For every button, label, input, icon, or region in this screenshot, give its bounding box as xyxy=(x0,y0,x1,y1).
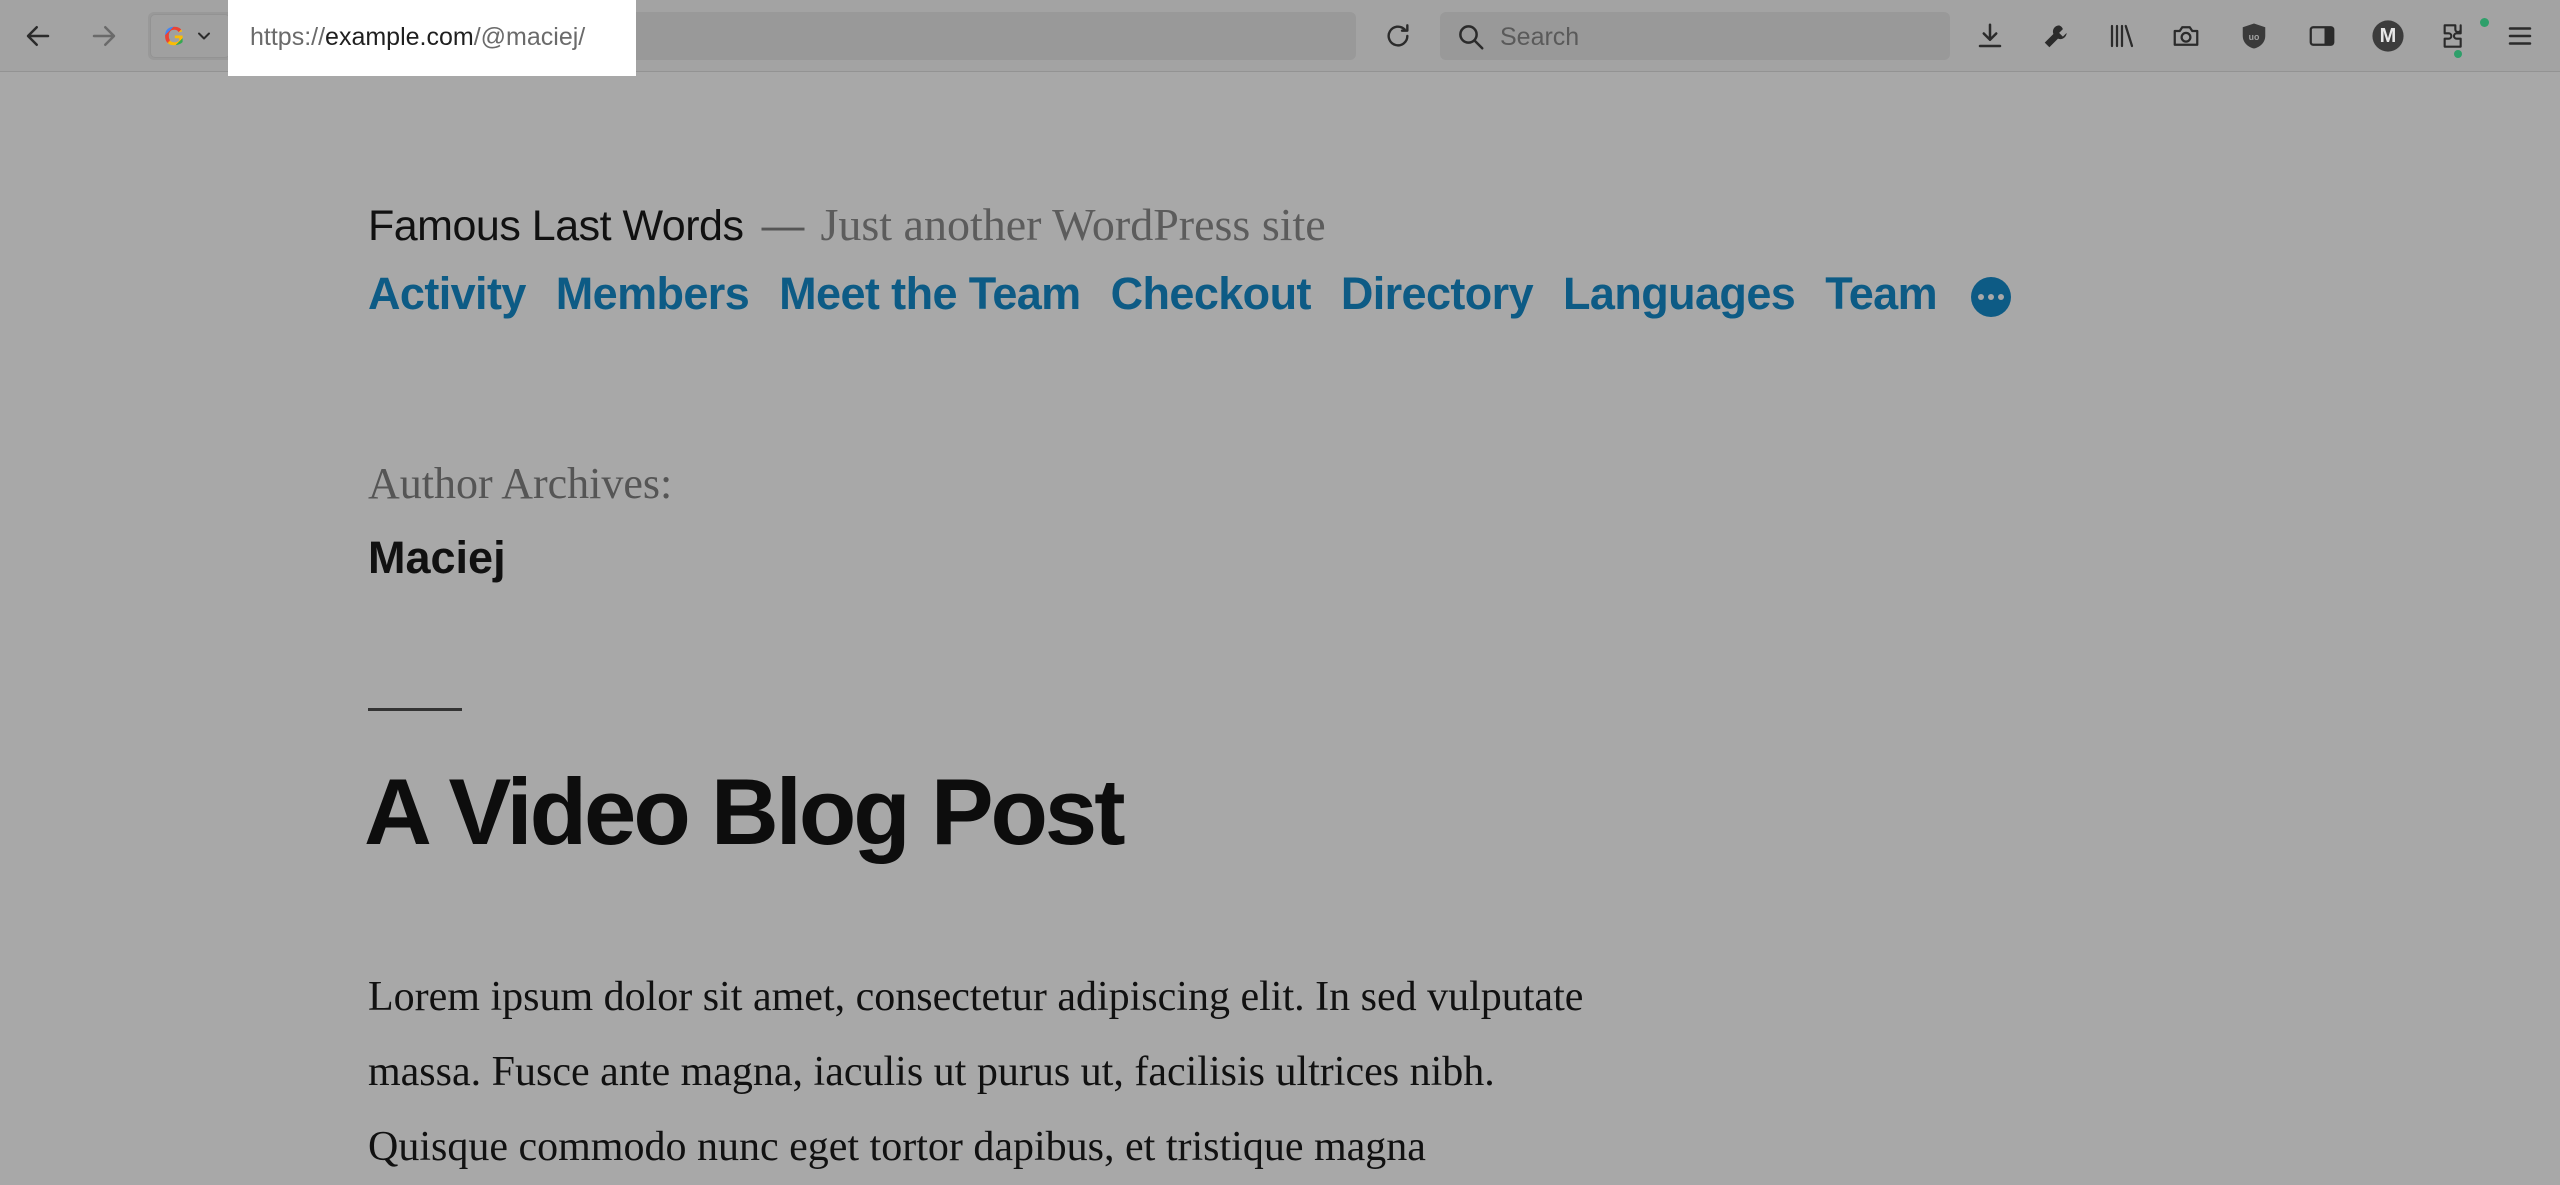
nav-item-languages[interactable]: Languages xyxy=(1563,268,1796,320)
extensions-button[interactable] xyxy=(2432,14,2476,58)
sidebar-button[interactable] xyxy=(2300,14,2344,58)
nav-item-team[interactable]: Team xyxy=(1825,268,1937,320)
url-text[interactable]: https://example.com/@maciej/ xyxy=(250,23,585,52)
browser-toolbar: G https://example.com/@maciej/ Search uo… xyxy=(0,0,2560,76)
notification-dot xyxy=(2480,18,2489,27)
search-engine-selector[interactable]: G xyxy=(150,14,230,58)
account-button[interactable]: M xyxy=(2366,14,2410,58)
google-icon: G xyxy=(164,20,185,51)
arrow-right-icon xyxy=(92,26,116,46)
url-scheme: https:// xyxy=(250,23,326,51)
avatar-initial: M xyxy=(2379,24,2397,47)
url-host: example.com xyxy=(325,23,474,51)
more-dot xyxy=(1998,294,2005,300)
site-title[interactable]: Famous Last Words xyxy=(368,202,744,251)
hamburger-menu-icon xyxy=(2508,27,2532,45)
back-button[interactable] xyxy=(16,14,60,58)
search-placeholder: Search xyxy=(1500,23,1580,51)
arrow-left-icon xyxy=(26,26,50,46)
menu-button[interactable] xyxy=(2498,14,2542,58)
post-title[interactable]: A Video Blog Post xyxy=(364,758,1126,866)
url-path: /@maciej/ xyxy=(473,23,586,51)
tools-button[interactable] xyxy=(2034,14,2078,58)
screenshot-button[interactable] xyxy=(2164,14,2208,58)
nav-item-checkout[interactable]: Checkout xyxy=(1111,268,1312,320)
nav-item-directory[interactable]: Directory xyxy=(1341,268,1534,320)
site-tagline: Just another WordPress site xyxy=(820,199,1326,250)
library-button[interactable] xyxy=(2100,14,2144,58)
more-dot xyxy=(1988,294,1995,300)
more-dots-icon xyxy=(1978,294,1985,300)
site-header: Famous Last Words — Just another WordPre… xyxy=(368,198,1326,251)
svg-text:uo: uo xyxy=(2249,32,2260,42)
wrench-icon xyxy=(2044,25,2067,48)
reload-icon xyxy=(1387,24,1409,47)
camera-icon xyxy=(2173,26,2199,46)
shield-icon: uo xyxy=(2242,23,2266,49)
post-excerpt: Lorem ipsum dolor sit amet, consectetur … xyxy=(368,974,1584,1170)
download-icon xyxy=(1978,23,2002,48)
forward-button[interactable] xyxy=(82,14,126,58)
archive-label: Author Archives: xyxy=(368,459,673,508)
archive-author-name: Maciej xyxy=(368,532,506,583)
nav-more-button[interactable] xyxy=(1971,277,2012,317)
puzzle-icon xyxy=(2443,24,2462,48)
reload-button[interactable] xyxy=(1376,14,1420,58)
title-separator: — xyxy=(761,202,805,250)
extension-badge-dot xyxy=(2454,50,2462,58)
search-icon xyxy=(1456,22,1486,57)
sidebar-icon xyxy=(2309,26,2335,46)
nav-item-meet-the-team[interactable]: Meet the Team xyxy=(779,268,1081,320)
nav-item-activity[interactable]: Activity xyxy=(368,268,526,320)
post-divider xyxy=(368,708,462,711)
chevron-down-icon xyxy=(198,32,211,40)
primary-navigation: Activity Members Meet the Team Checkout … xyxy=(368,268,2012,320)
library-icon xyxy=(2110,24,2134,48)
ublock-button[interactable]: uo xyxy=(2232,14,2276,58)
downloads-button[interactable] xyxy=(1968,14,2012,58)
nav-item-members[interactable]: Members xyxy=(556,268,750,320)
